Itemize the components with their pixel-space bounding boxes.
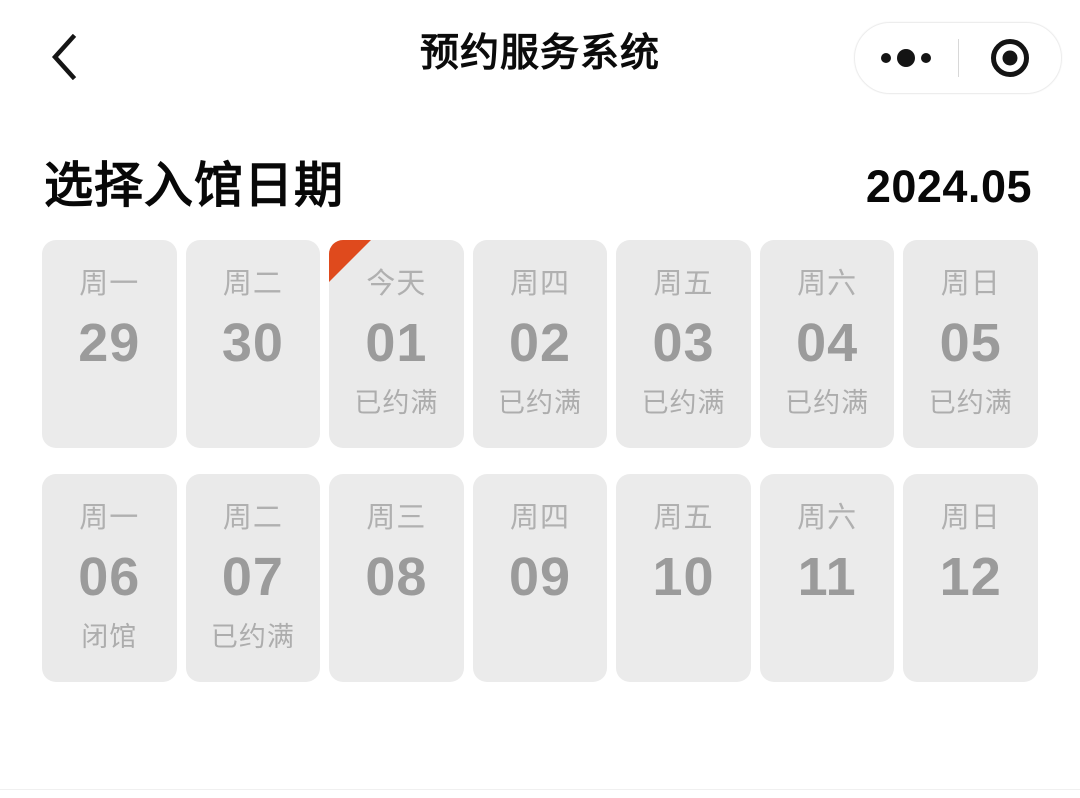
bottom-divider <box>0 789 1080 790</box>
day-weekday-label: 周一 <box>79 500 139 536</box>
day-number: 12 <box>940 546 1002 608</box>
day-status-badge: 已约满 <box>929 386 1013 420</box>
day-number: 11 <box>798 546 857 608</box>
close-miniprogram-button[interactable] <box>959 23 1062 93</box>
day-status-badge: 已约满 <box>642 386 726 420</box>
day-card[interactable]: 周四 02 已约满 <box>473 240 608 448</box>
day-card[interactable]: 周五 10 <box>616 474 751 682</box>
day-status-badge: 已约满 <box>498 386 582 420</box>
target-circle-icon <box>991 39 1029 77</box>
day-weekday-label: 周四 <box>510 500 570 536</box>
navigation-bar: 预约服务系统 <box>0 0 1080 115</box>
day-card[interactable]: 周一 29 <box>42 240 177 448</box>
day-weekday-label: 周五 <box>654 266 714 302</box>
day-number: 03 <box>653 312 715 374</box>
day-number: 08 <box>365 546 427 608</box>
day-status-badge: 已约满 <box>785 386 869 420</box>
day-card[interactable]: 周一 06 闭馆 <box>42 474 177 682</box>
day-status-badge: 已约满 <box>354 386 438 420</box>
day-card[interactable]: 周二 30 <box>186 240 321 448</box>
day-number: 04 <box>796 312 858 374</box>
day-number: 30 <box>222 312 284 374</box>
day-weekday-label: 周二 <box>223 266 283 302</box>
day-weekday-label: 周五 <box>654 500 714 536</box>
day-card[interactable]: 周三 08 <box>329 474 464 682</box>
day-status-badge: 闭馆 <box>81 620 137 654</box>
today-corner-flag-icon <box>329 240 371 282</box>
day-number: 10 <box>653 546 715 608</box>
day-card[interactable]: 周六 11 <box>760 474 895 682</box>
day-weekday-label: 周六 <box>797 500 857 536</box>
day-card[interactable]: 今天 01 已约满 <box>329 240 464 448</box>
section-heading-row: 选择入馆日期 2024.05 <box>0 115 1080 218</box>
day-card[interactable]: 周四 09 <box>473 474 608 682</box>
day-weekday-label: 周六 <box>797 266 857 302</box>
day-number: 01 <box>365 312 427 374</box>
day-weekday-label: 今天 <box>366 266 426 302</box>
wechat-capsule <box>854 22 1062 94</box>
day-number: 05 <box>940 312 1002 374</box>
day-number: 06 <box>78 546 140 608</box>
day-weekday-label: 周日 <box>941 500 1001 536</box>
day-card[interactable]: 周二 07 已约满 <box>186 474 321 682</box>
day-number: 07 <box>222 546 284 608</box>
day-number: 02 <box>509 312 571 374</box>
day-number: 09 <box>509 546 571 608</box>
day-weekday-label: 周四 <box>510 266 570 302</box>
calendar-grid: 周一29周二30今天01已约满周四02已约满周五03已约满周六04已约满周日05… <box>0 218 1080 682</box>
day-status-badge: 已约满 <box>211 620 295 654</box>
day-weekday-label: 周一 <box>79 266 139 302</box>
more-dots-icon <box>881 49 931 67</box>
month-label: 2024.05 <box>866 156 1032 218</box>
day-weekday-label: 周二 <box>223 500 283 536</box>
day-card[interactable]: 周六 04 已约满 <box>760 240 895 448</box>
day-number: 29 <box>78 312 140 374</box>
day-card[interactable]: 周日 12 <box>903 474 1038 682</box>
select-date-title: 选择入馆日期 <box>44 155 344 217</box>
day-weekday-label: 周三 <box>366 500 426 536</box>
day-card[interactable]: 周日 05 已约满 <box>903 240 1038 448</box>
day-weekday-label: 周日 <box>941 266 1001 302</box>
more-menu-button[interactable] <box>855 23 958 93</box>
day-card[interactable]: 周五 03 已约满 <box>616 240 751 448</box>
